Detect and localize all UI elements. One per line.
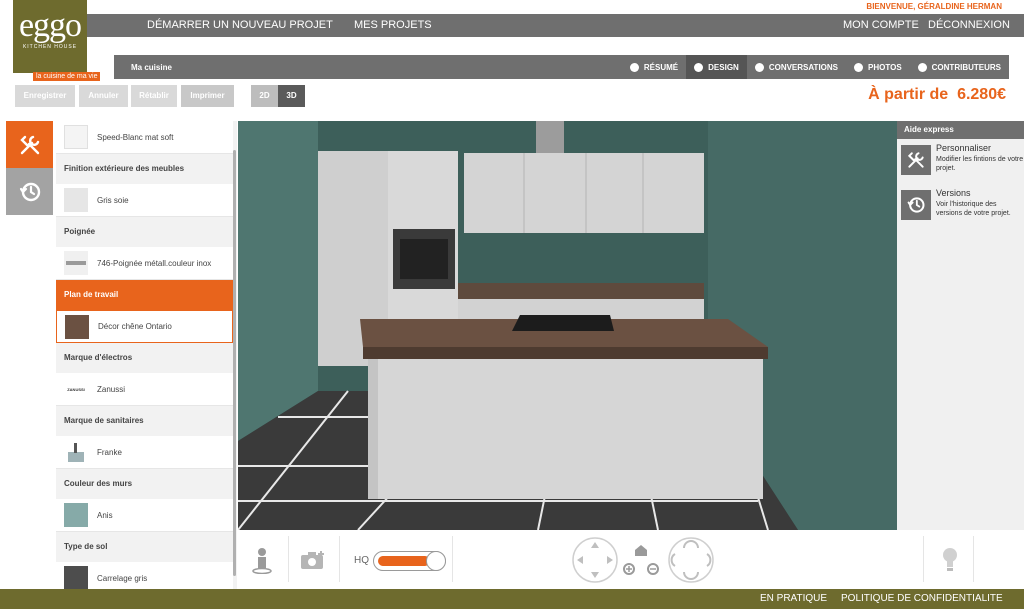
project-name: Ma cuisine bbox=[131, 63, 172, 72]
welcome-text: BIENVENUE, GÉRALDINE HERMAN bbox=[866, 2, 1002, 11]
section-appliance-brand[interactable]: Marque d'électros bbox=[56, 343, 233, 373]
tab-label: PHOTOS bbox=[868, 62, 902, 72]
navigation-controls[interactable] bbox=[571, 536, 715, 584]
tools-icon bbox=[19, 135, 39, 154]
print-button[interactable]: Imprimer bbox=[181, 85, 234, 107]
option-label: Franke bbox=[97, 447, 122, 457]
footer-privacy-link[interactable]: POLITIQUE DE CONFIDENTIALITE bbox=[841, 593, 1003, 604]
tools-icon bbox=[907, 152, 924, 168]
help-icon-box bbox=[901, 190, 931, 220]
chat-icon bbox=[754, 62, 764, 72]
eye-icon bbox=[629, 62, 639, 72]
lightbulb-icon[interactable] bbox=[942, 547, 958, 573]
option-value[interactable]: Franke bbox=[56, 436, 233, 469]
option-label: Décor chêne Ontario bbox=[98, 322, 172, 331]
tab-design[interactable]: DESIGN bbox=[686, 55, 747, 79]
option-value[interactable]: Gris soie bbox=[56, 184, 233, 217]
pencil-icon bbox=[694, 62, 704, 72]
customize-button[interactable] bbox=[6, 121, 53, 168]
redo-button[interactable]: Rétablir bbox=[131, 85, 177, 107]
save-button[interactable]: Enregistrer bbox=[15, 85, 75, 107]
price-display: À partir de 6.280€ bbox=[868, 86, 1006, 104]
option-value[interactable]: Carrelage gris bbox=[56, 562, 233, 591]
section-sanitary-brand[interactable]: Marque de sanitaires bbox=[56, 406, 233, 436]
option-label: Speed-Blanc mat soft bbox=[97, 132, 174, 142]
tab-resume[interactable]: RÉSUMÉ bbox=[622, 55, 686, 79]
tab-label: CONTRIBUTEURS bbox=[931, 62, 1001, 72]
option-value[interactable]: Décor chêne Ontario bbox=[56, 310, 233, 343]
price-prefix: À partir de bbox=[868, 86, 949, 103]
option-label: Anis bbox=[97, 510, 113, 520]
help-item-desc: Voir l'historique des versions de votre … bbox=[936, 201, 1011, 217]
swatch bbox=[64, 125, 88, 149]
help-item-title: Versions bbox=[936, 188, 971, 198]
footer-practical-link[interactable]: EN PRATIQUE bbox=[760, 593, 827, 604]
hq-toggle[interactable] bbox=[373, 551, 446, 571]
option-value[interactable]: ZANUSSI Zanussi bbox=[56, 373, 233, 406]
help-item-title: Personnaliser bbox=[936, 143, 992, 153]
handle-swatch bbox=[64, 251, 88, 275]
project-tabs: RÉSUMÉ DESIGN CONVERSATIONS PHOTOS CONTR… bbox=[622, 55, 1009, 79]
hq-toggle-knob[interactable] bbox=[426, 551, 446, 571]
history-icon bbox=[19, 182, 40, 201]
price-value: 6.280€ bbox=[957, 86, 1006, 103]
section-exterior-finish[interactable]: Finition extérieure des meubles bbox=[56, 154, 233, 184]
tab-photos[interactable]: PHOTOS bbox=[846, 55, 910, 79]
swatch bbox=[64, 188, 88, 212]
logo-brand: eggo bbox=[18, 7, 82, 44]
kitchen-3d-view[interactable] bbox=[238, 121, 897, 530]
person-icon bbox=[917, 62, 927, 72]
eggo-logo[interactable]: eggo KITCHEN HOUSE bbox=[13, 0, 87, 73]
cancel-button[interactable]: Annuler bbox=[79, 85, 128, 107]
tab-contributors[interactable]: CONTRIBUTEURS bbox=[910, 55, 1009, 79]
option-label: Gris soie bbox=[97, 195, 129, 205]
view-3d-button[interactable]: 3D bbox=[278, 85, 305, 107]
project-nav: Ma cuisine RÉSUMÉ DESIGN CONVERSATIONS P… bbox=[114, 55, 1009, 79]
options-scrollbar[interactable] bbox=[233, 150, 236, 576]
hq-label: HQ bbox=[354, 555, 369, 566]
person-view-icon[interactable] bbox=[252, 546, 272, 574]
help-title: Aide express bbox=[897, 121, 1024, 139]
option-label: Carrelage gris bbox=[97, 573, 148, 583]
hq-toggle-fill bbox=[378, 556, 430, 566]
logo-tagline: la cuisine de ma vie bbox=[33, 72, 101, 81]
top-nav: DÉMARRER UN NOUVEAU PROJET MES PROJETS M… bbox=[87, 14, 1024, 37]
tab-label: RÉSUMÉ bbox=[643, 62, 679, 72]
nav-my-projects[interactable]: MES PROJETS bbox=[354, 19, 432, 31]
tab-conversations[interactable]: CONVERSATIONS bbox=[747, 55, 846, 79]
help-icon-box bbox=[901, 145, 931, 175]
option-label: Zanussi bbox=[97, 384, 126, 394]
kitchen-render bbox=[238, 121, 897, 530]
tab-label: DESIGN bbox=[708, 62, 739, 72]
history-button[interactable] bbox=[6, 168, 53, 215]
help-item-desc: Modifier les fintions de votre projet. bbox=[936, 156, 1024, 172]
camera-snapshot-icon[interactable] bbox=[300, 550, 326, 570]
brand-logo: ZANUSSI bbox=[67, 386, 85, 392]
view-controls: HQ bbox=[238, 530, 1024, 589]
footer: EN PRATIQUE POLITIQUE DE CONFIDENTIALITE bbox=[0, 589, 1024, 609]
faucet-icon bbox=[64, 440, 88, 464]
nav-my-account[interactable]: MON COMPTE bbox=[843, 19, 919, 31]
section-floor-type[interactable]: Type de sol bbox=[56, 532, 233, 562]
help-panel: Aide express Personnaliser Modifier les … bbox=[897, 121, 1024, 530]
section-handle[interactable]: Poignée bbox=[56, 217, 233, 247]
option-value[interactable]: Anis bbox=[56, 499, 233, 532]
option-label: 746-Poignée métall.couleur inox bbox=[97, 258, 212, 268]
swatch bbox=[64, 503, 88, 527]
history-icon bbox=[907, 197, 925, 213]
view-2d-button[interactable]: 2D bbox=[251, 85, 278, 107]
swatch bbox=[64, 566, 88, 590]
nav-logout[interactable]: DÉCONNEXION bbox=[928, 19, 1010, 31]
section-wall-color[interactable]: Couleur des murs bbox=[56, 469, 233, 499]
tab-label: CONVERSATIONS bbox=[768, 62, 839, 72]
option-value[interactable]: Speed-Blanc mat soft bbox=[56, 121, 233, 154]
logo-sub: KITCHEN HOUSE bbox=[22, 44, 78, 50]
option-value[interactable]: 746-Poignée métall.couleur inox bbox=[56, 247, 233, 280]
options-panel: Speed-Blanc mat soft Finition extérieure… bbox=[56, 121, 237, 591]
camera-icon bbox=[854, 62, 864, 72]
swatch bbox=[65, 314, 89, 339]
section-worktop[interactable]: Plan de travail bbox=[56, 280, 233, 310]
nav-new-project[interactable]: DÉMARRER UN NOUVEAU PROJET bbox=[147, 19, 333, 31]
